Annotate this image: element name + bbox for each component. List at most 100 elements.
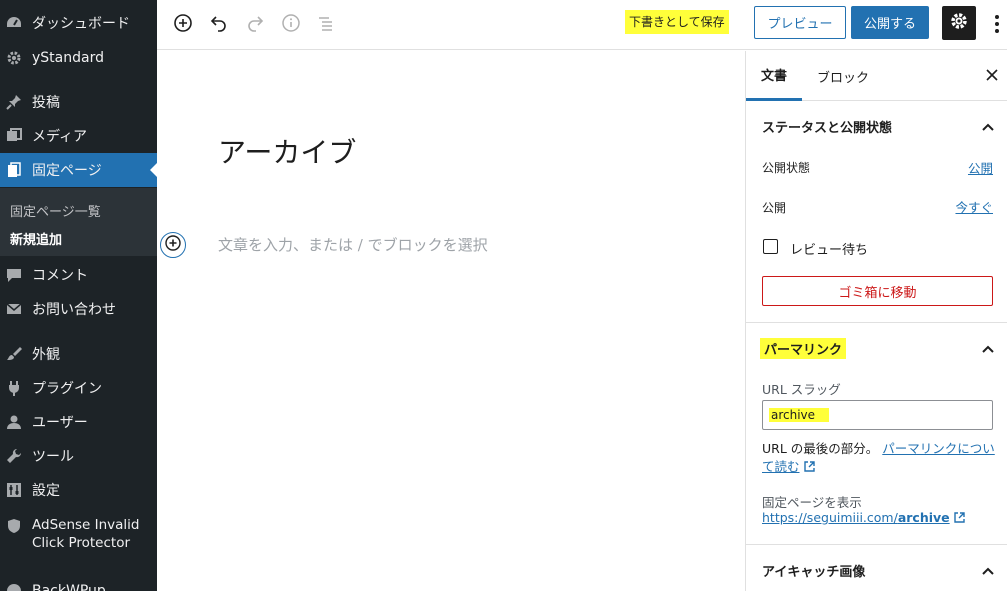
view-page-label: 固定ページを表示: [762, 495, 862, 510]
user-icon: [6, 414, 22, 430]
menu-label: プラグイン: [32, 381, 102, 397]
menu-item-media[interactable]: メディア: [0, 119, 157, 153]
tab-block[interactable]: ブロック: [802, 51, 884, 101]
redo-button[interactable]: [243, 13, 267, 37]
pending-review-label[interactable]: レビュー待ち: [790, 239, 868, 258]
menu-label: 固定ページ: [32, 163, 102, 179]
menu-label: 設定: [32, 483, 60, 499]
menu-label: メディア: [32, 129, 88, 145]
list-view-button[interactable]: [314, 13, 338, 37]
block-placeholder[interactable]: 文章を入力、または / でブロックを選択: [218, 234, 488, 255]
menu-label: 投稿: [32, 95, 60, 111]
undo-button[interactable]: [207, 13, 231, 37]
publish-date-link[interactable]: 今すぐ: [955, 197, 993, 216]
redo-icon: [245, 13, 265, 37]
menu-label: ダッシュボード: [32, 16, 130, 32]
menu-item-tools[interactable]: ツール: [0, 439, 157, 473]
menu-item-contact[interactable]: お問い合わせ: [0, 292, 157, 326]
settings-sidebar: 文書 ブロック ステータスと公開状態 公開状態 公開 公開 今すぐ レビュー待ち…: [745, 51, 1007, 591]
menu-item-users[interactable]: ユーザー: [0, 405, 157, 439]
media-icon: [6, 128, 22, 144]
admin-sidebar: ダッシュボード yStandard 投稿 メディア 固定ページ 固定ページ一覧 …: [0, 0, 157, 591]
menu-item-backwpup[interactable]: BackWPup: [0, 574, 157, 591]
menu-item-appearance[interactable]: 外観: [0, 337, 157, 371]
plus-icon: [165, 235, 181, 255]
pending-review-checkbox[interactable]: [763, 239, 778, 254]
menu-item-settings[interactable]: 設定: [0, 473, 157, 507]
more-options-button[interactable]: [987, 12, 1007, 36]
post-title[interactable]: アーカイブ: [218, 131, 356, 171]
pages-submenu: 固定ページ一覧 新規追加: [0, 188, 157, 256]
menu-label: yStandard: [32, 50, 104, 66]
external-link-icon: [953, 511, 965, 523]
permalink-help-text: URL の最後の部分。: [762, 441, 879, 456]
plugin-icon: [6, 380, 22, 396]
page-url-link[interactable]: https://seguimiii.com/archive: [762, 510, 965, 525]
more-options-icon: [995, 15, 999, 19]
info-icon: [281, 13, 301, 37]
section-divider: [746, 322, 1007, 323]
editor-canvas: アーカイブ 文章を入力、または / でブロックを選択: [157, 51, 745, 591]
menu-label: ユーザー: [32, 415, 88, 431]
section-divider: [746, 544, 1007, 545]
menu-item-ystandard[interactable]: yStandard: [0, 41, 157, 75]
page-url-slug: archive: [897, 510, 950, 525]
chevron-up-icon[interactable]: [981, 119, 995, 133]
url-slug-label: URL スラッグ: [762, 382, 841, 397]
menu-item-dashboard[interactable]: ダッシュボード: [0, 6, 157, 40]
submenu-add-new[interactable]: 新規追加: [10, 229, 62, 248]
page-url-prefix: https://seguimiii.com/: [762, 510, 898, 525]
submenu-all-pages[interactable]: 固定ページ一覧: [10, 201, 101, 220]
shield-icon: [6, 518, 22, 534]
close-sidebar-button[interactable]: [986, 65, 998, 86]
comment-icon: [6, 267, 22, 283]
tab-document[interactable]: 文書: [746, 51, 803, 101]
chevron-up-icon[interactable]: [981, 341, 995, 355]
menu-item-adsense-protector[interactable]: AdSense Invalid Click Protector: [0, 516, 157, 564]
add-block-button[interactable]: [171, 13, 195, 37]
publish-button[interactable]: 公開する: [851, 6, 929, 39]
menu-item-plugins[interactable]: プラグイン: [0, 371, 157, 405]
menu-label: コメント: [32, 268, 88, 284]
list-view-icon: [316, 13, 336, 37]
wp-block-editor: ダッシュボード yStandard 投稿 メディア 固定ページ 固定ページ一覧 …: [0, 0, 1007, 591]
menu-label: 外観: [32, 347, 60, 363]
publish-label: 公開: [762, 201, 787, 215]
permalink-help: URL の最後の部分。 パーマリンクについて読む: [762, 440, 998, 476]
close-icon: [986, 65, 998, 86]
menu-label: お問い合わせ: [32, 302, 116, 318]
gear-icon: [6, 50, 22, 66]
featured-image-panel-heading[interactable]: アイキャッチ画像: [762, 561, 865, 580]
block-inserter-button[interactable]: [160, 232, 186, 258]
pin-icon: [6, 94, 22, 110]
status-panel-heading[interactable]: ステータスと公開状態: [762, 117, 892, 136]
permalink-panel-heading[interactable]: パーマリンク: [760, 338, 847, 359]
details-button[interactable]: [279, 13, 303, 37]
editor-toolbar: 下書きとして保存 プレビュー 公開する: [157, 0, 1007, 50]
visibility-link[interactable]: 公開: [968, 158, 993, 177]
menu-item-pages[interactable]: 固定ページ: [0, 153, 157, 187]
mail-icon: [6, 301, 22, 317]
plus-circle-icon: [173, 13, 193, 37]
undo-icon: [209, 13, 229, 37]
external-link-icon: [803, 459, 815, 472]
menu-label: ツール: [32, 449, 74, 465]
settings-icon: [6, 482, 22, 498]
dashboard-icon: [6, 15, 22, 31]
pages-icon: [6, 162, 22, 178]
menu-item-comments[interactable]: コメント: [0, 258, 157, 292]
menu-label-line2: Click Protector: [32, 535, 131, 551]
url-slug-input[interactable]: archive: [762, 400, 993, 430]
menu-label: BackWPup: [32, 583, 106, 591]
sidebar-tabs: 文書 ブロック: [746, 51, 1007, 101]
brush-icon: [6, 346, 22, 362]
save-draft-button[interactable]: 下書きとして保存: [625, 10, 729, 34]
visibility-label: 公開状態: [762, 161, 811, 175]
url-slug-value: archive: [769, 408, 830, 422]
settings-toggle-button[interactable]: [942, 6, 976, 40]
menu-item-posts[interactable]: 投稿: [0, 85, 157, 119]
preview-button[interactable]: プレビュー: [754, 6, 846, 39]
chevron-up-icon[interactable]: [981, 563, 995, 577]
move-to-trash-button[interactable]: ゴミ箱に移動: [762, 276, 993, 306]
menu-label: AdSense Invalid Click Protector: [32, 516, 140, 552]
